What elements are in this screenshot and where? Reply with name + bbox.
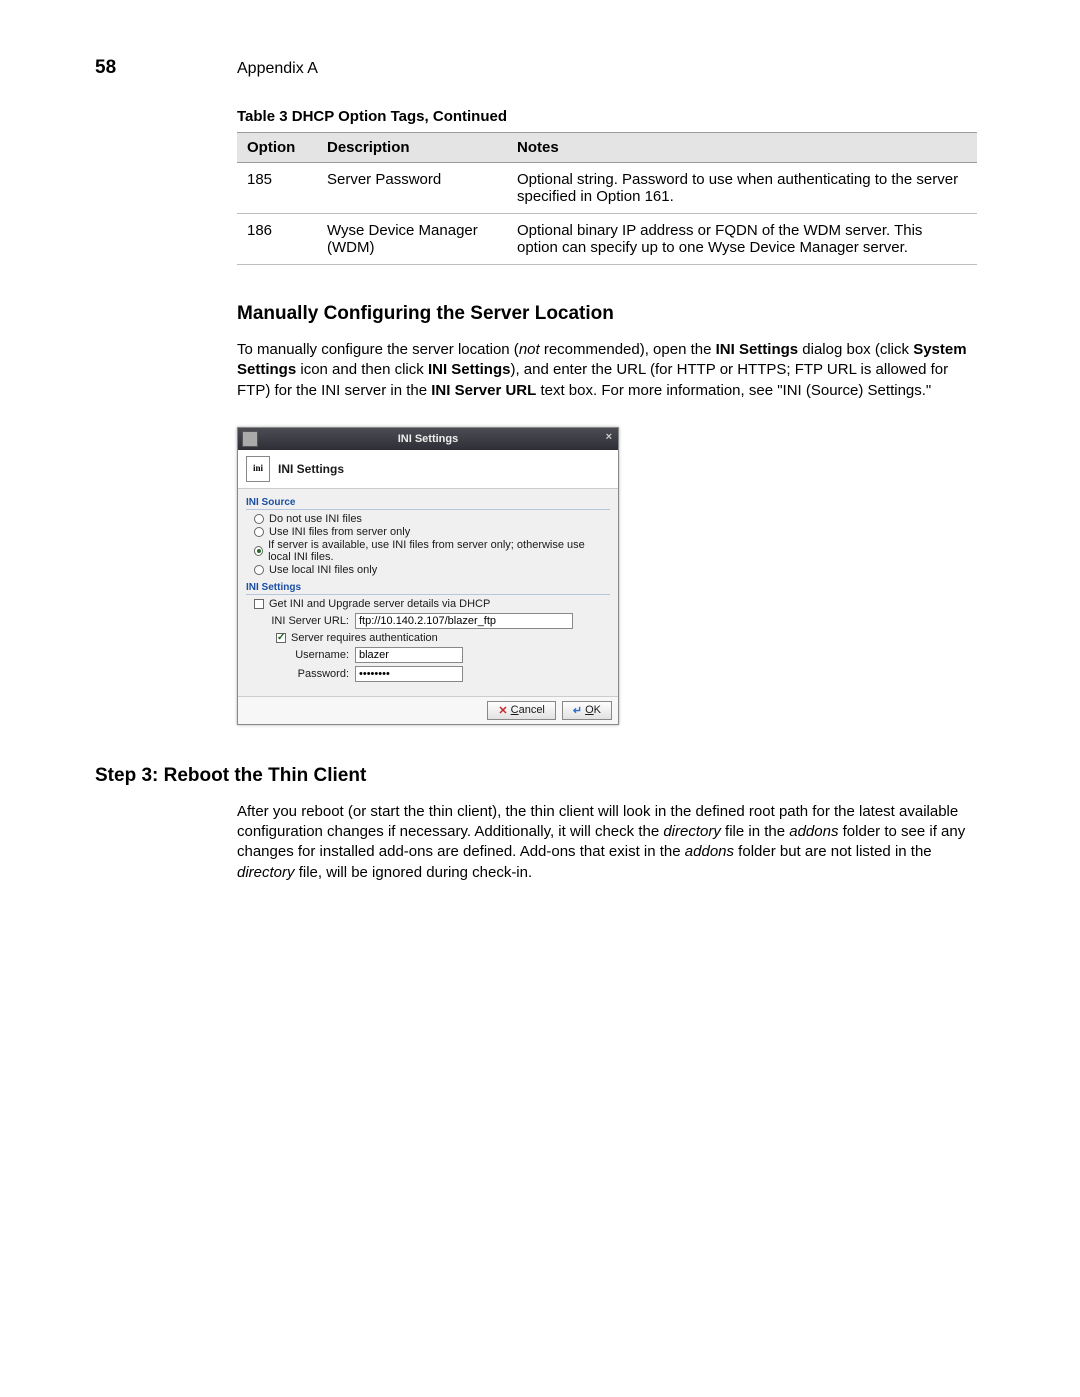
text: text box. For more information, see "INI… xyxy=(536,382,931,399)
checkbox-label: Server requires authentication xyxy=(291,632,438,644)
directory-italic: directory xyxy=(663,823,721,840)
addons-italic: addons xyxy=(789,823,838,840)
enter-icon: ↵ xyxy=(573,704,582,717)
ini-settings-bold: INI Settings xyxy=(428,361,511,378)
radio-icon[interactable] xyxy=(254,527,264,537)
cell-option: 186 xyxy=(237,214,317,265)
section-heading-reboot: Step 3: Reboot the Thin Client xyxy=(95,765,977,787)
ini-settings-dialog: INI Settings × ini INI Settings INI Sour… xyxy=(237,427,619,725)
appendix-label: Appendix A xyxy=(237,60,977,78)
dialog-header-text: INI Settings xyxy=(278,462,344,476)
list-item[interactable]: Do not use INI files xyxy=(254,513,610,525)
page-number: 58 xyxy=(95,57,116,79)
radio-icon[interactable] xyxy=(254,514,264,524)
cell-notes: Optional string. Password to use when au… xyxy=(507,163,977,214)
username-label: Username: xyxy=(254,649,349,661)
ini-settings-bold: INI Settings xyxy=(716,341,799,358)
list-item[interactable]: Use INI files from server only xyxy=(254,526,610,538)
col-option: Option xyxy=(237,133,317,163)
text: icon and then click xyxy=(296,361,428,378)
auth-checkbox-row[interactable]: Server requires authentication xyxy=(276,632,610,644)
text: folder but are not listed in the xyxy=(734,843,932,860)
cancel-button[interactable]: ✕ CCancelancel xyxy=(487,701,555,720)
username-input[interactable] xyxy=(355,647,463,663)
ini-server-url-bold: INI Server URL xyxy=(431,382,536,399)
dialog-titlebar: INI Settings × xyxy=(238,428,618,450)
addons-italic: addons xyxy=(685,843,734,860)
table-row: 186 Wyse Device Manager (WDM) Optional b… xyxy=(237,214,977,265)
radio-icon[interactable] xyxy=(254,565,264,575)
group-ini-settings: INI Settings xyxy=(246,582,610,595)
checkbox-icon[interactable] xyxy=(276,633,286,643)
ini-server-url-input[interactable] xyxy=(355,613,573,629)
list-item[interactable]: If server is available, use INI files fr… xyxy=(254,539,610,563)
checkbox-label: Get INI and Upgrade server details via D… xyxy=(269,598,490,610)
section-heading-manual-config: Manually Configuring the Server Location xyxy=(237,303,977,325)
ini-server-url-label: INI Server URL: xyxy=(254,615,349,627)
dialog-header: ini INI Settings xyxy=(238,450,618,489)
ini-file-icon: ini xyxy=(246,456,270,482)
cell-option: 185 xyxy=(237,163,317,214)
dhcp-checkbox-row[interactable]: Get INI and Upgrade server details via D… xyxy=(254,598,610,610)
dialog-title-icon xyxy=(242,431,258,447)
close-icon[interactable]: × xyxy=(606,431,612,443)
ok-button[interactable]: ↵ OKOK xyxy=(562,701,612,720)
password-label: Password: xyxy=(254,668,349,680)
radio-label: Use INI files from server only xyxy=(269,526,410,538)
radio-label: Use local INI files only xyxy=(269,564,377,576)
text: recommended), open the xyxy=(540,341,716,358)
radio-label: If server is available, use INI files fr… xyxy=(268,539,610,563)
ok-label: OKOK xyxy=(585,704,601,716)
cell-desc: Server Password xyxy=(317,163,507,214)
section2-paragraph: After you reboot (or start the thin clie… xyxy=(237,802,977,883)
cancel-label: CCancelancel xyxy=(511,704,545,716)
text: file, will be ignored during check-in. xyxy=(295,864,533,881)
password-input[interactable] xyxy=(355,666,463,682)
text: file in the xyxy=(721,823,789,840)
col-description: Description xyxy=(317,133,507,163)
text: dialog box (click xyxy=(798,341,913,358)
cell-notes: Optional binary IP address or FQDN of th… xyxy=(507,214,977,265)
radio-label: Do not use INI files xyxy=(269,513,362,525)
table-caption: Table 3 DHCP Option Tags, Continued xyxy=(237,108,977,125)
checkbox-icon[interactable] xyxy=(254,599,264,609)
directory-italic: directory xyxy=(237,864,295,881)
text: To manually configure the server locatio… xyxy=(237,341,519,358)
col-notes: Notes xyxy=(507,133,977,163)
not-italic: not xyxy=(519,341,540,358)
dialog-title-text: INI Settings xyxy=(398,433,459,445)
dhcp-options-table: Option Description Notes 185 Server Pass… xyxy=(237,132,977,265)
group-ini-source: INI Source xyxy=(246,497,610,510)
list-item[interactable]: Use local INI files only xyxy=(254,564,610,576)
cell-desc: Wyse Device Manager (WDM) xyxy=(317,214,507,265)
table-header-row: Option Description Notes xyxy=(237,133,977,163)
section1-paragraph: To manually configure the server locatio… xyxy=(237,340,977,401)
x-icon: ✕ xyxy=(498,704,507,717)
radio-icon[interactable] xyxy=(254,546,263,556)
table-row: 185 Server Password Optional string. Pas… xyxy=(237,163,977,214)
